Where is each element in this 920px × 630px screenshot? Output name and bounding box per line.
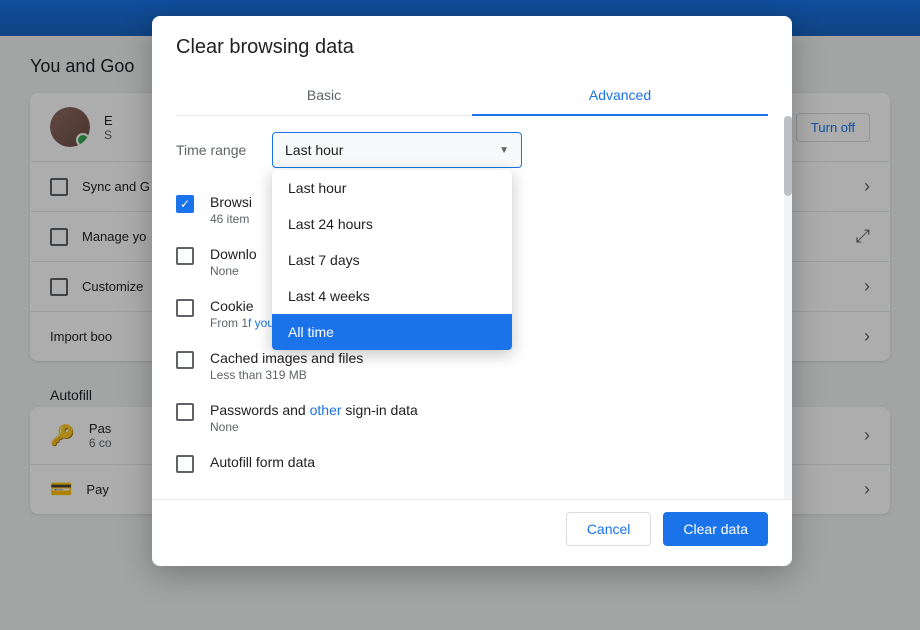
dialog-tabs: Basic Advanced [176, 75, 768, 116]
dropdown-arrow-icon: ▼ [499, 145, 509, 156]
dialog-title: Clear browsing data [176, 36, 768, 59]
tab-basic-label: Basic [307, 87, 341, 103]
tab-basic[interactable]: Basic [176, 75, 472, 115]
passwords-label-highlight: other [310, 402, 342, 418]
clear-data-button[interactable]: Clear data [663, 512, 768, 546]
check-sub-passwords: None [210, 420, 752, 434]
time-range-select-wrapper: Last hour ▼ Last hour Last 24 hours Last… [272, 132, 522, 168]
dialog-header: Clear browsing data Basic Advanced [152, 16, 792, 116]
time-range-select[interactable]: Last hour ▼ [272, 132, 522, 168]
check-row-autofill: Autofill form data [176, 444, 752, 483]
time-range-row: Time range Last hour ▼ Last hour Last 24… [176, 132, 768, 168]
checkbox-download[interactable] [176, 247, 194, 265]
time-range-label: Time range [176, 142, 256, 158]
check-text-passwords: Passwords and other sign-in data None [210, 402, 752, 434]
dropdown-item-last-7-days[interactable]: Last 7 days [272, 242, 512, 278]
dropdown-item-last-24-hours[interactable]: Last 24 hours [272, 206, 512, 242]
checkbox-autofill[interactable] [176, 455, 194, 473]
scrollbar-thumb[interactable] [784, 116, 792, 196]
cookies-sub-prefix: From 1 [210, 316, 248, 330]
dropdown-item-last-hour[interactable]: Last hour [272, 170, 512, 206]
checkbox-cached[interactable] [176, 351, 194, 369]
select-value: Last hour [285, 142, 343, 158]
checkbox-browsing[interactable]: ✓ [176, 195, 194, 213]
dialog-footer: Cancel Clear data [152, 499, 792, 566]
checkbox-cookies[interactable] [176, 299, 194, 317]
dropdown-item-last-4-weeks[interactable]: Last 4 weeks [272, 278, 512, 314]
check-title-cached: Cached images and files [210, 350, 752, 366]
scrollbar-track[interactable] [784, 116, 792, 499]
passwords-label-prefix: Passwords and [210, 402, 310, 418]
time-range-dropdown: Last hour Last 24 hours Last 7 days Last… [272, 170, 512, 350]
tab-advanced[interactable]: Advanced [472, 75, 768, 115]
check-text-autofill: Autofill form data [210, 454, 752, 470]
passwords-label-suffix: sign-in data [342, 402, 418, 418]
check-title-autofill: Autofill form data [210, 454, 752, 470]
check-title-passwords: Passwords and other sign-in data [210, 402, 752, 418]
check-text-cached: Cached images and files Less than 319 MB [210, 350, 752, 382]
tab-advanced-label: Advanced [589, 87, 651, 103]
cancel-button[interactable]: Cancel [566, 512, 652, 546]
check-row-passwords: Passwords and other sign-in data None [176, 392, 752, 444]
dialog-body: Time range Last hour ▼ Last hour Last 24… [152, 116, 792, 499]
check-sub-cached: Less than 319 MB [210, 368, 752, 382]
dropdown-item-all-time[interactable]: All time [272, 314, 512, 350]
checkbox-passwords[interactable] [176, 403, 194, 421]
clear-browsing-data-dialog: Clear browsing data Basic Advanced Time … [152, 16, 792, 566]
